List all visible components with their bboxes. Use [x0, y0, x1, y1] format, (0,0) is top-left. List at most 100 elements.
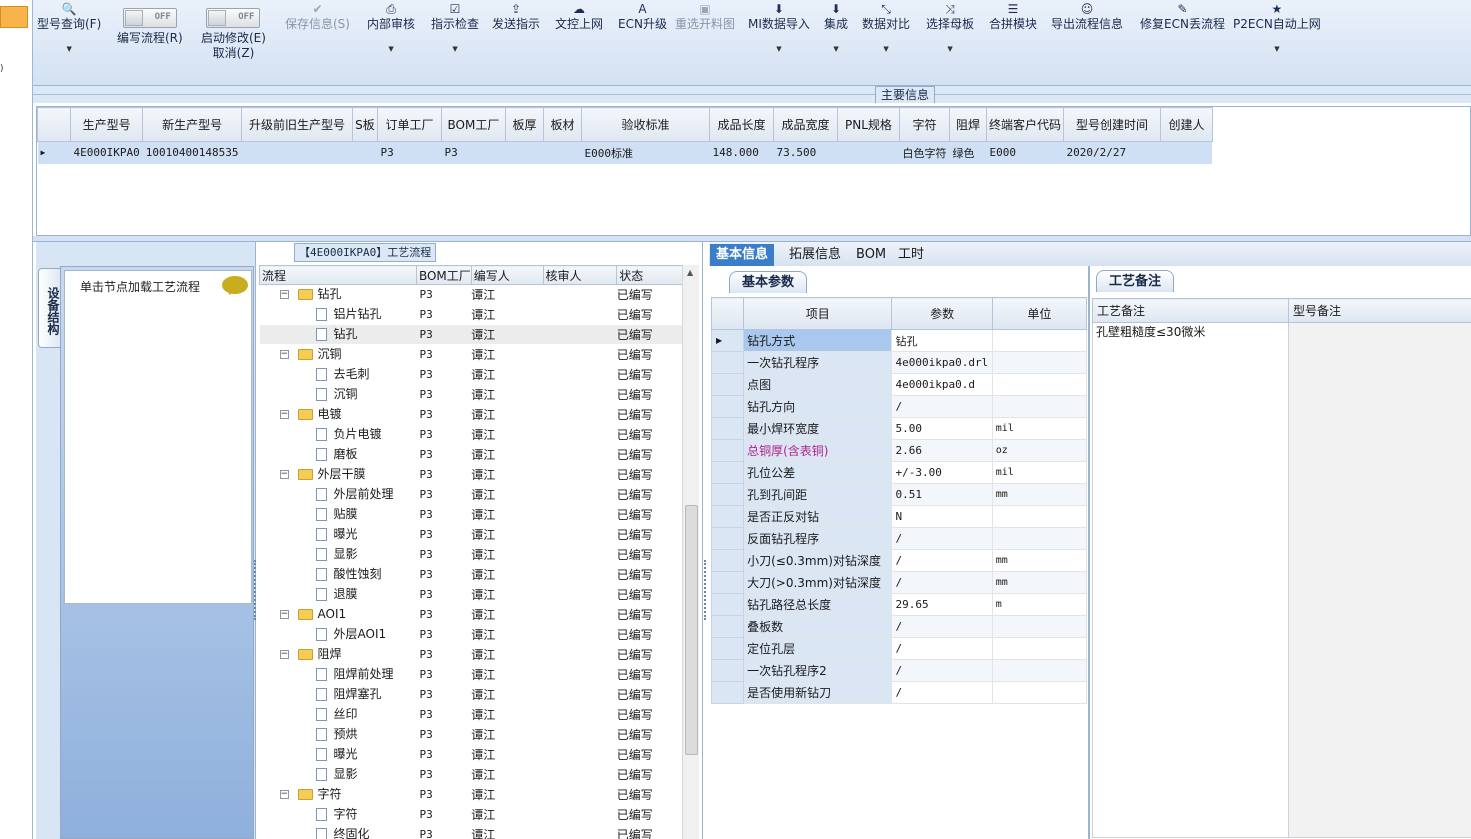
param-value[interactable]: 29.65 — [891, 593, 993, 616]
dropdown-arrow-icon[interactable]: ▼ — [1233, 44, 1321, 54]
flow-cell[interactable] — [543, 404, 617, 425]
flow-cell[interactable]: 已编写 — [616, 404, 683, 425]
flow-cell[interactable] — [543, 504, 617, 525]
column-header[interactable]: 型号创建时间 — [1062, 107, 1161, 142]
tree-node[interactable]: 曝光 — [260, 525, 417, 544]
equipment-structure-tab[interactable]: 设备结构 — [38, 268, 60, 348]
flow-cell[interactable]: 谭江 — [471, 384, 544, 405]
param-row[interactable]: 最小焊环宽度 5.00 mil — [710, 417, 1088, 440]
flow-cell[interactable]: 已编写 — [616, 624, 683, 645]
flow-cell[interactable]: 已编写 — [616, 304, 683, 325]
flow-cell[interactable]: P3 — [416, 604, 472, 625]
flow-node-cell[interactable]: 负片电镀 — [259, 424, 417, 445]
tree-node[interactable]: 负片电镀 — [260, 425, 417, 444]
tree-node[interactable]: 丝印 — [260, 705, 417, 724]
column-header[interactable]: 订单工厂 — [376, 107, 442, 142]
flow-cell[interactable]: 已编写 — [616, 344, 683, 365]
flow-cell[interactable]: 谭江 — [471, 504, 544, 525]
table-cell[interactable]: 白色字符 — [899, 141, 950, 164]
param-column-header[interactable]: 单位 — [991, 297, 1088, 330]
column-header[interactable]: PNL规格 — [836, 107, 900, 142]
flow-row[interactable]: 终固化 P3 谭江 已编写 — [259, 824, 683, 839]
flow-node-cell[interactable]: 阻焊塞孔 — [259, 684, 417, 705]
column-header[interactable]: 新生产型号 — [142, 107, 242, 142]
dropdown-arrow-icon[interactable]: ▼ — [824, 44, 848, 54]
flow-cell[interactable] — [543, 804, 617, 825]
tree-node[interactable]: 沉铜 — [260, 385, 417, 404]
param-value[interactable]: / — [891, 527, 993, 550]
tree-node[interactable]: − 电镀 — [260, 405, 417, 424]
flow-cell[interactable]: 已编写 — [616, 644, 683, 665]
flow-node-cell[interactable]: − 钻孔 — [259, 284, 417, 305]
flow-cell[interactable]: 谭江 — [471, 364, 544, 385]
flow-cell[interactable]: 已编写 — [616, 724, 683, 745]
dropdown-arrow-icon[interactable]: ▼ — [926, 44, 974, 54]
scroll-up-arrow-icon[interactable]: ▲ — [687, 268, 693, 277]
table-cell[interactable]: 4E000IKPA0 — [70, 141, 143, 164]
flow-cell[interactable]: P3 — [416, 704, 472, 725]
param-value[interactable]: / — [891, 681, 993, 704]
collapse-toggle-icon[interactable]: − — [279, 610, 289, 619]
flow-cell[interactable]: 谭江 — [471, 704, 544, 725]
flow-column-header[interactable]: 流程 — [259, 265, 417, 285]
toolbar-button-4[interactable]: ⎙ 内部审核 ▼ — [367, 2, 415, 54]
table-cell[interactable]: E000 — [986, 141, 1064, 164]
toolbar-button-5[interactable]: ☑ 指示检查 ▼ — [431, 2, 479, 54]
flow-cell[interactable] — [543, 364, 617, 385]
flow-cell[interactable]: 谭江 — [471, 464, 544, 485]
table-row[interactable]: ▶ 4E000IKPA0 10010400148535 P3 P3 E000标准 148.0… — [37, 141, 1213, 164]
flow-column-header[interactable]: 状态 — [616, 265, 683, 285]
flow-cell[interactable]: 谭江 — [471, 324, 544, 345]
flow-cell[interactable] — [543, 484, 617, 505]
flow-row[interactable]: 沉铜 P3 谭江 已编写 — [259, 384, 683, 405]
splitter-handle[interactable] — [704, 560, 708, 620]
column-header[interactable]: 阻焊 — [948, 107, 987, 142]
collapse-toggle-icon[interactable]: − — [279, 650, 289, 659]
column-header[interactable]: S板 — [351, 107, 378, 142]
flow-row[interactable]: 阻焊前处理 P3 谭江 已编写 — [259, 664, 683, 685]
flow-column-header[interactable]: 编写人 — [470, 265, 544, 285]
flow-node-cell[interactable]: 贴膜 — [259, 504, 417, 525]
flow-row[interactable]: 铝片钻孔 P3 谭江 已编写 — [259, 304, 683, 325]
table-cell[interactable] — [543, 141, 582, 164]
flow-cell[interactable]: P3 — [416, 744, 472, 765]
flow-cell[interactable]: 已编写 — [616, 764, 683, 785]
flow-cell[interactable]: P3 — [416, 824, 472, 839]
toolbar-button-1[interactable]: OFF 编写流程(R) — [117, 2, 183, 46]
column-header[interactable]: 验收标准 — [580, 107, 710, 142]
flow-node-cell[interactable]: 沉铜 — [259, 384, 417, 405]
off-toggle[interactable]: OFF — [206, 8, 261, 28]
param-row[interactable]: 钻孔路径总长度 29.65 m — [710, 593, 1088, 616]
flow-node-cell[interactable]: 铝片钻孔 — [259, 304, 417, 325]
flow-cell[interactable]: 已编写 — [616, 544, 683, 565]
toolbar-button-9[interactable]: ▣ 重选开料图 — [675, 2, 735, 32]
flow-cell[interactable]: P3 — [416, 464, 472, 485]
dropdown-arrow-icon[interactable]: ▼ — [367, 44, 415, 54]
tree-node[interactable]: 显影 — [260, 765, 417, 784]
flow-cell[interactable]: 已编写 — [616, 684, 683, 705]
flow-cell[interactable]: 谭江 — [471, 304, 544, 325]
flow-cell[interactable]: P3 — [416, 284, 472, 305]
flow-cell[interactable]: 已编写 — [616, 384, 683, 405]
flow-row[interactable]: 丝印 P3 谭江 已编写 — [259, 704, 683, 725]
flow-cell[interactable]: 谭江 — [471, 664, 544, 685]
flow-cell[interactable]: P3 — [416, 564, 472, 585]
flow-row[interactable]: 负片电镀 P3 谭江 已编写 — [259, 424, 683, 445]
tree-node[interactable]: 显影 — [260, 545, 417, 564]
flow-cell[interactable]: 已编写 — [616, 524, 683, 545]
param-value[interactable]: N — [891, 505, 993, 528]
flow-cell[interactable]: 已编写 — [616, 604, 683, 625]
flow-cell[interactable]: 已编写 — [616, 364, 683, 385]
param-value[interactable]: 5.00 — [891, 417, 993, 440]
flow-row[interactable]: 字符 P3 谭江 已编写 — [259, 804, 683, 825]
collapse-toggle-icon[interactable]: − — [279, 350, 289, 359]
flow-row[interactable]: 退膜 P3 谭江 已编写 — [259, 584, 683, 605]
param-row[interactable]: 定位孔层 / — [710, 637, 1088, 660]
column-header[interactable]: 成品长度 — [708, 107, 774, 142]
flow-node-cell[interactable]: 曝光 — [259, 524, 417, 545]
tab-3[interactable]: 工时 — [892, 244, 930, 266]
flow-row[interactable]: − 钻孔 P3 谭江 已编写 — [259, 284, 683, 305]
dropdown-arrow-icon[interactable]: ▼ — [862, 44, 910, 54]
flow-cell[interactable]: 已编写 — [616, 804, 683, 825]
flow-cell[interactable]: P3 — [416, 364, 472, 385]
